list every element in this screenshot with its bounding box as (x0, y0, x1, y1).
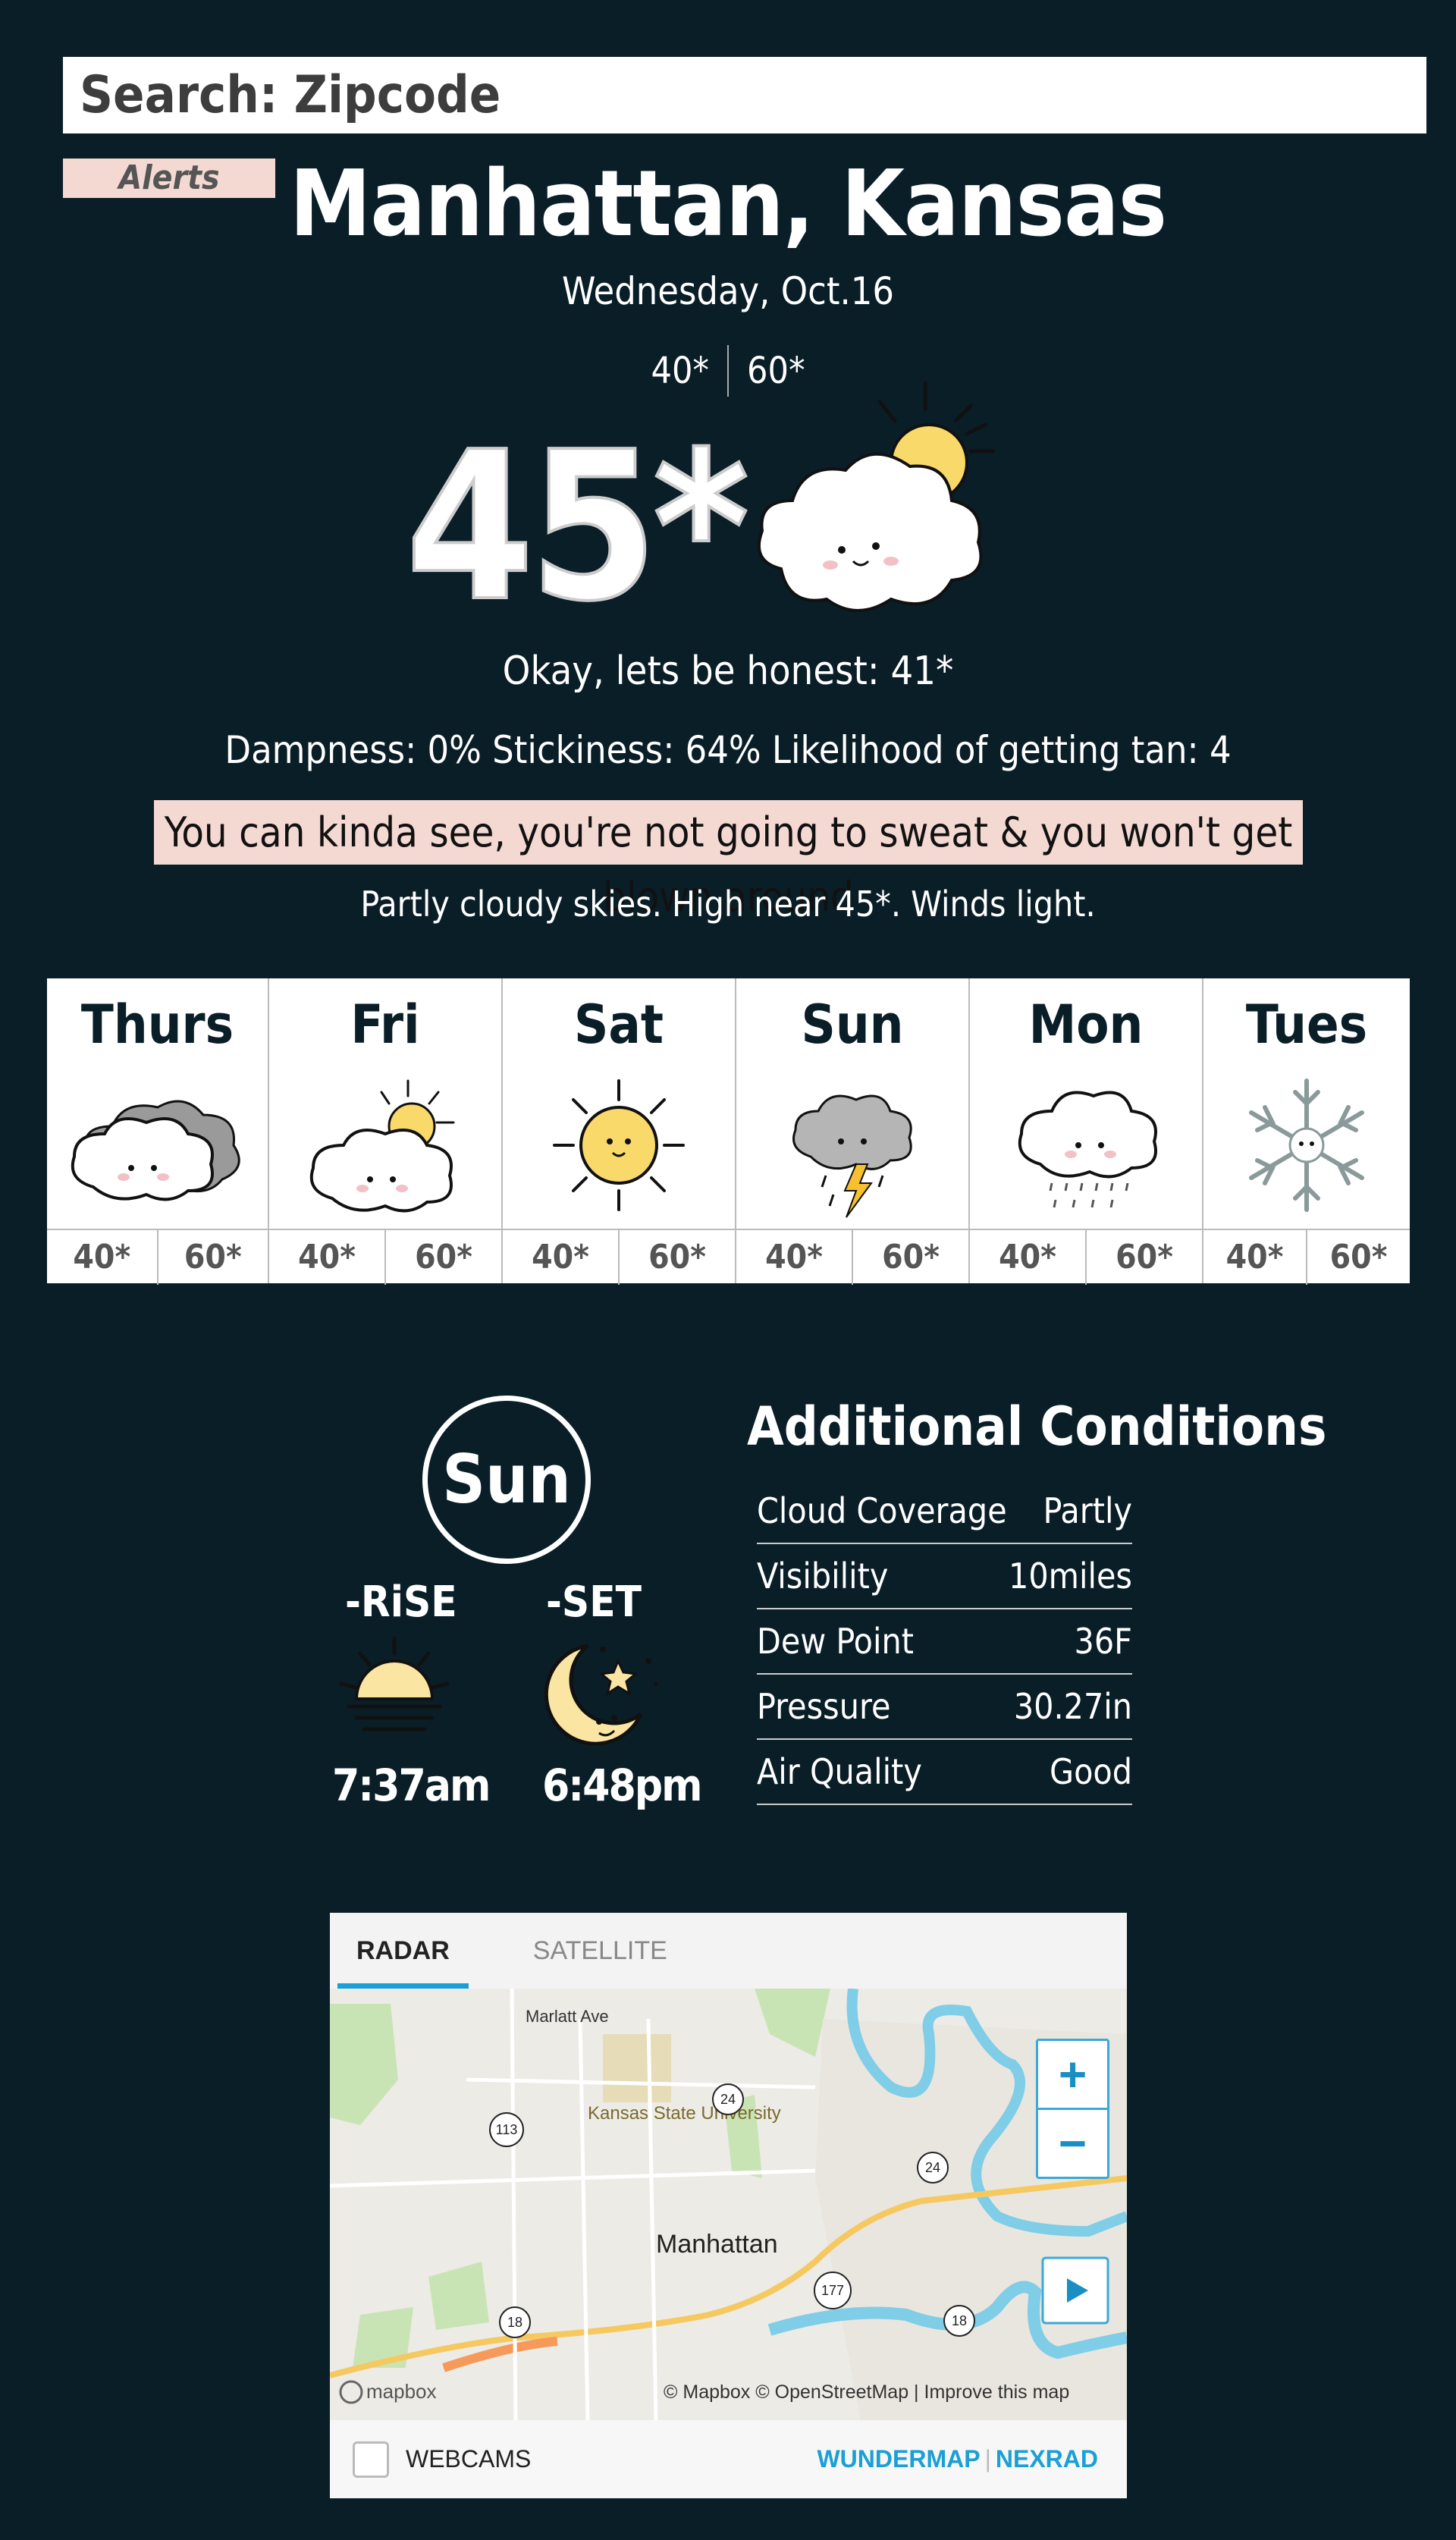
sunny-icon (553, 1079, 685, 1211)
webcams-checkbox[interactable] (353, 2441, 389, 2478)
condition-value: 36F (1074, 1621, 1132, 1662)
condition-label: Visibility (757, 1556, 889, 1597)
snow-icon (1249, 1078, 1364, 1212)
forecast-high: 60* (882, 1238, 940, 1276)
feels-like: Okay, lets be honest: 41* (502, 648, 954, 694)
forecast-low: 40* (736, 1230, 853, 1285)
city-title: Manhattan, Kansas (289, 152, 1167, 257)
forecast-low: 40* (269, 1230, 386, 1285)
forecast-day[interactable]: Mon 40* 60* (970, 978, 1203, 1285)
condition-label: Cloud Coverage (757, 1490, 1007, 1531)
forecast-high: 60* (648, 1238, 706, 1276)
condition-row: Visibility 10miles (757, 1544, 1132, 1609)
rain-icon (1018, 1091, 1157, 1208)
zoom-control: + − (1036, 2039, 1109, 2179)
forecast-low: 40* (970, 1230, 1087, 1285)
map-tabs: RADAR SATELLITE (330, 1913, 1127, 1989)
condition-row: Dew Point 36F (757, 1609, 1132, 1675)
condition-label: Dew Point (757, 1621, 914, 1662)
forecast-low: 40* (503, 1230, 620, 1285)
today-description: Partly cloudy skies. High near 45*. Wind… (360, 884, 1096, 925)
radar-map-widget: RADAR SATELLITE Marlatt Ave Kansas State… (330, 1913, 1127, 2498)
map-attribution[interactable]: © Mapbox © OpenStreetMap | Improve this … (664, 2381, 1069, 2403)
forecast-day[interactable]: Fri 40* 60* (269, 978, 503, 1285)
forecast-low: 40* (1203, 1230, 1307, 1285)
zoom-in-button[interactable]: + (1038, 2041, 1107, 2110)
condition-label: Pressure (757, 1686, 891, 1727)
nexrad-link[interactable]: NEXRAD (996, 2445, 1098, 2473)
today-low: 40* (651, 350, 709, 392)
forecast-day-name: Fri (350, 994, 420, 1056)
current-date: Wednesday, Oct.16 (561, 269, 894, 313)
route-marker: 113 (496, 2122, 518, 2137)
route-marker: 177 (821, 2283, 844, 2298)
tab-satellite[interactable]: SATELLITE (514, 1913, 686, 1989)
divider (727, 345, 729, 397)
forecast-day-name: Mon (1028, 994, 1144, 1056)
additional-conditions-title: Additional Conditions (747, 1396, 1327, 1458)
forecast-strip: Thurs 40* 60* Fri 40* 60* Sat 40* 60* Su… (47, 978, 1410, 1285)
mapbox-logo: mapbox (366, 2380, 437, 2403)
route-marker: 18 (952, 2313, 967, 2328)
sun-label-circle: Sun (422, 1396, 591, 1564)
wundermap-link[interactable]: WUNDERMAP (817, 2445, 980, 2473)
zoom-out-button[interactable]: − (1038, 2110, 1107, 2177)
forecast-day[interactable]: Sun 40* 60* (736, 978, 970, 1285)
route-marker: 24 (925, 2160, 940, 2175)
condition-value: Good (1050, 1751, 1132, 1792)
forecast-day-name: Sun (801, 994, 904, 1056)
forecast-day[interactable]: Tues 40* 60* (1203, 978, 1410, 1285)
forecast-high: 60* (1116, 1238, 1173, 1276)
webcams-label: WEBCAMS (406, 2445, 532, 2472)
condition-value: 10miles (1009, 1556, 1132, 1597)
partly-cloudy-icon (758, 381, 996, 612)
tab-radar[interactable]: RADAR (337, 1913, 469, 1989)
map-canvas[interactable]: Marlatt Ave Kansas State University Manh… (330, 1989, 1127, 2421)
search-input[interactable]: Search: Zipcode (63, 57, 1426, 133)
forecast-day[interactable]: Sat 40* 60* (503, 978, 736, 1285)
condition-row: Cloud Coverage Partly (757, 1479, 1132, 1544)
cloudy-icon (71, 1100, 240, 1201)
forecast-day-name: Tues (1245, 994, 1368, 1056)
condition-label: Air Quality (757, 1751, 922, 1792)
forecast-day[interactable]: Thurs 40* 60* (47, 978, 269, 1285)
today-hilo: 40* 60* (0, 345, 1456, 397)
forecast-high: 60* (184, 1238, 242, 1276)
link-separator: | (984, 2445, 991, 2472)
forecast-low: 40* (47, 1230, 158, 1285)
thunderstorm-icon (792, 1094, 912, 1218)
partly-cloudy-icon (309, 1079, 455, 1213)
map-street-label: Marlatt Ave (526, 2007, 609, 2026)
condition-row: Pressure 30.27in (757, 1675, 1132, 1740)
condition-value: 30.27in (1013, 1686, 1132, 1727)
sunrise-label: -RiSE (345, 1578, 457, 1627)
condition-row: Air Quality Good (757, 1740, 1132, 1805)
current-temperature: 45* (404, 407, 751, 646)
forecast-high: 60* (1329, 1238, 1388, 1276)
today-verdict: You can kinda see, you're not going to s… (154, 800, 1303, 921)
map-university-label: Kansas State University (588, 2103, 781, 2124)
moon-icon (544, 1644, 658, 1746)
map-footer: WEBCAMS WUNDERMAP | NEXRAD (330, 2420, 1127, 2498)
sunrise-icon (339, 1636, 450, 1732)
route-marker: 24 (720, 2092, 736, 2107)
forecast-day-name: Sat (574, 994, 664, 1056)
map-city-label: Manhattan (656, 2230, 778, 2259)
forecast-high: 60* (415, 1238, 472, 1276)
sunset-label: -SET (546, 1578, 642, 1627)
condition-value: Partly (1043, 1490, 1132, 1531)
forecast-day-name: Thurs (80, 994, 234, 1056)
today-stats: Dampness: 0% Stickiness: 64% Likelihood … (224, 728, 1232, 772)
route-marker: 18 (507, 2315, 522, 2330)
conditions-table: Cloud Coverage Partly Visibility 10miles D… (757, 1479, 1132, 1805)
sunset-time: 6:48pm (542, 1760, 703, 1811)
sunrise-time: 7:37am (332, 1760, 491, 1811)
